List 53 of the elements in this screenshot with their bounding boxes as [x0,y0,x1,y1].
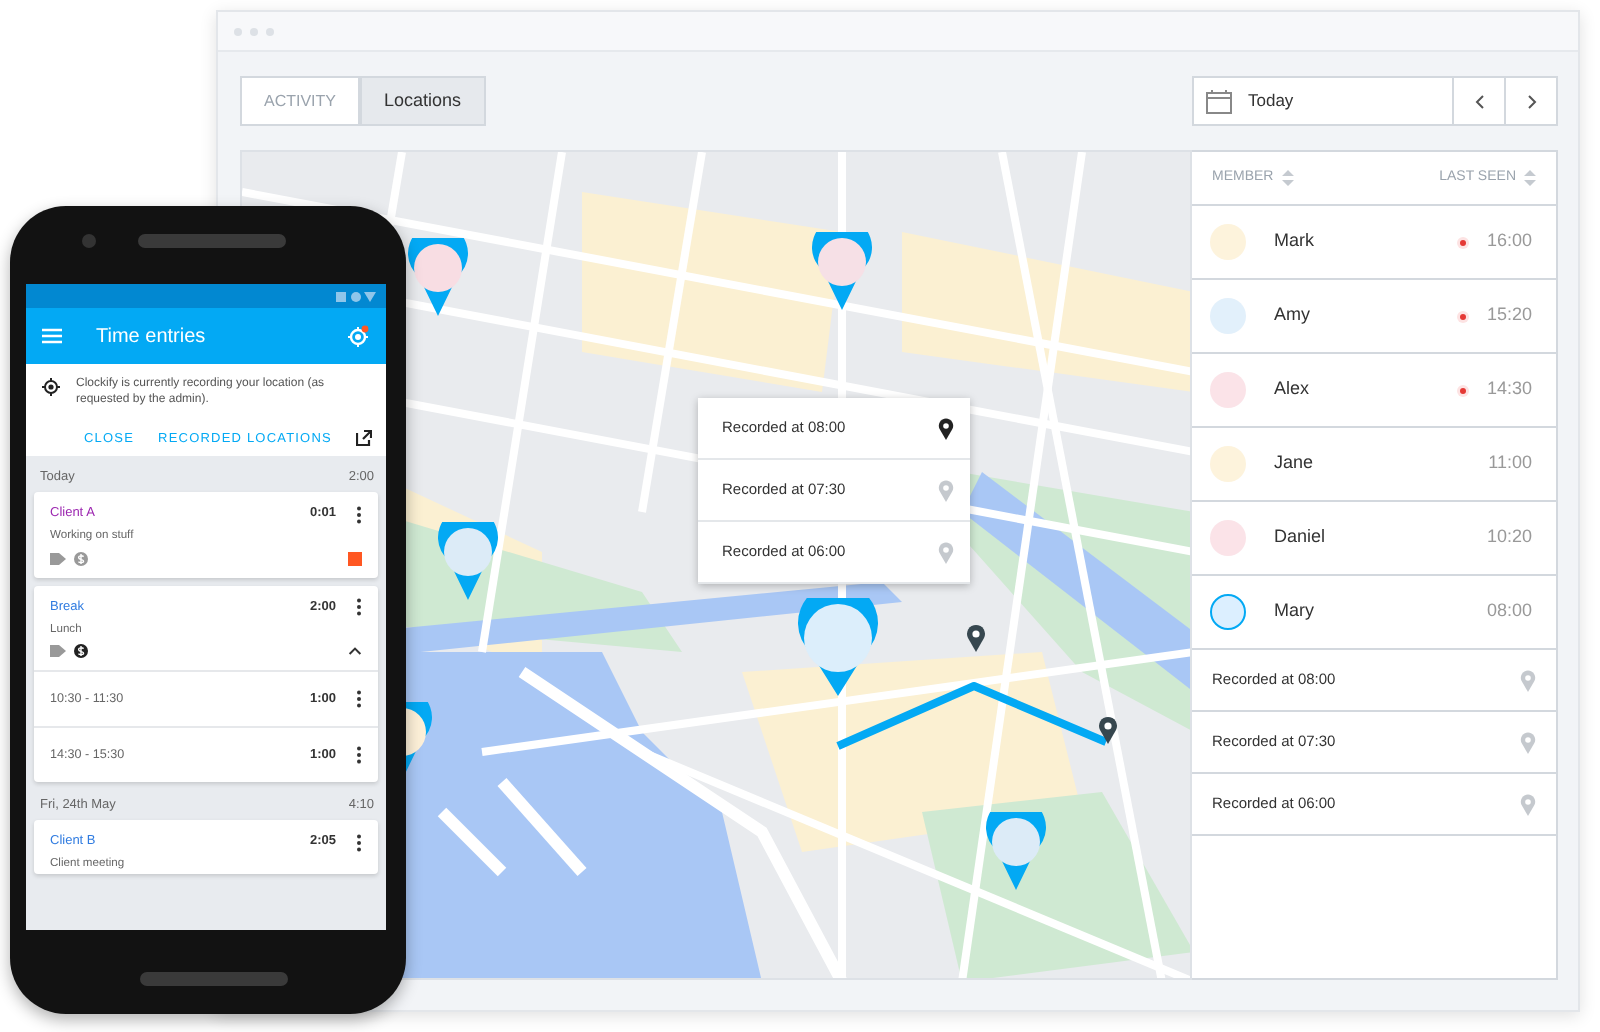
member-row[interactable]: Mark 16:00 [1192,206,1556,280]
avatar-pin [408,238,468,318]
kebab-icon [356,690,362,709]
camera-lens [82,234,96,248]
member-row[interactable]: Daniel 10:20 [1192,502,1556,576]
member-name: Alex [1274,376,1312,403]
external-link-icon[interactable] [355,430,372,447]
tag-icon [50,644,66,659]
avatar-pin [438,522,498,602]
date-label: Today [1248,88,1296,114]
collapse-chevron-icon[interactable] [348,646,362,657]
chevron-right-icon [1525,93,1537,109]
member-name: Jane [1274,450,1316,477]
more-button[interactable] [356,746,362,765]
avatar-pin [798,598,878,698]
sort-icon[interactable] [1524,170,1536,186]
more-button[interactable] [356,505,362,524]
member-row[interactable]: Mary 08:00 [1192,576,1556,650]
avatar-pin [812,232,872,312]
menu-icon[interactable] [42,328,62,344]
member-name: Mark [1274,228,1316,255]
sort-icon[interactable] [1281,170,1294,186]
member-name: Amy [1274,302,1312,329]
last-seen-time: 08:00 [1486,598,1532,625]
calendar-icon [1206,89,1232,113]
last-seen-time: 10:20 [1486,524,1532,551]
member-name: Mary [1274,598,1316,625]
more-button[interactable] [356,598,362,617]
member-row[interactable]: Amy 15:20 [1192,280,1556,354]
avatar-pin [986,812,1046,892]
kebab-icon [356,833,362,852]
last-seen-time: 15:20 [1486,302,1532,329]
location-crosshair-icon [42,378,60,396]
last-seen-time: 14:30 [1486,376,1532,403]
more-button[interactable] [356,833,362,852]
member-row[interactable]: Jane 11:00 [1192,428,1556,502]
tab[interactable]: Locations [360,76,486,126]
kebab-icon [356,746,362,765]
status-icons [336,291,376,301]
last-seen-time: 11:00 [1488,450,1532,477]
location-target-icon[interactable] [346,324,370,348]
location-marker-icon [1098,716,1118,744]
chevron-left-icon [1473,93,1485,109]
member-name: Daniel [1274,524,1328,551]
kebab-icon [356,598,362,617]
kebab-icon [356,505,362,524]
tag-icon [50,551,66,566]
stop-button[interactable] [348,551,362,566]
member-row[interactable]: Alex 14:30 [1192,354,1556,428]
location-marker-icon [966,624,986,652]
app-title: Time entries [96,323,208,351]
more-button[interactable] [356,690,362,709]
last-seen-time: 16:00 [1486,228,1532,255]
